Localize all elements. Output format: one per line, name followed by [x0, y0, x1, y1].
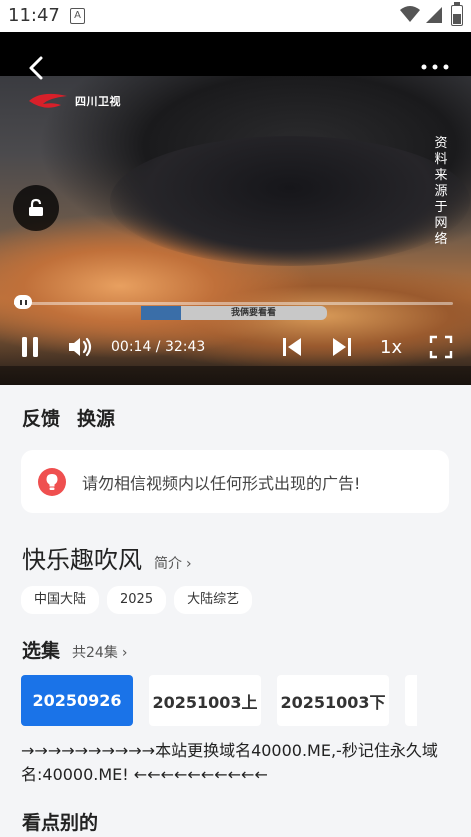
episode-button-partial[interactable] — [405, 675, 417, 726]
fullscreen-icon[interactable] — [429, 335, 453, 359]
chevron-right-icon: › — [121, 645, 128, 661]
tag-genre[interactable]: 大陆综艺 — [174, 586, 253, 614]
tag-year[interactable]: 2025 — [107, 586, 167, 614]
source-notice-vertical: 资料来源于网络 — [434, 136, 448, 247]
time-readout: 00:14 / 32:43 — [111, 339, 206, 355]
playback-speed-button[interactable]: 1x — [380, 337, 402, 358]
episode-button[interactable]: 20251003上 — [149, 675, 261, 726]
switch-source-button[interactable]: 换源 — [77, 404, 115, 431]
episode-list: 20250926 20251003上 20251003下 — [21, 675, 417, 726]
next-icon[interactable] — [331, 335, 353, 359]
feedback-button[interactable]: 反馈 — [22, 404, 60, 431]
progress-bar[interactable] — [14, 295, 453, 309]
wifi-icon — [400, 6, 420, 22]
unlock-icon — [29, 198, 43, 216]
progress-thumb[interactable] — [14, 295, 33, 309]
current-time: 00:14 — [111, 339, 152, 355]
status-time: 11:47 — [8, 5, 60, 26]
lock-button[interactable] — [13, 185, 59, 231]
notification-a-icon: A — [70, 8, 85, 24]
action-row: 反馈 换源 — [22, 404, 115, 431]
status-bar: 11:47 A — [0, 0, 471, 32]
episode-button[interactable]: 20251003下 — [277, 675, 389, 726]
show-title-row: 快乐趣吹风 简介 › — [22, 540, 192, 575]
episodes-title: 选集 — [22, 640, 61, 662]
ad-warning-notice: 请勿相信视频内以任何形式出现的广告! — [21, 450, 449, 513]
lightbulb-icon — [38, 467, 66, 496]
channel-logo-text: 四川卫视 — [75, 95, 121, 108]
pause-icon[interactable] — [20, 335, 40, 359]
tag-region[interactable]: 中国大陆 — [21, 586, 100, 614]
channel-logo: 四川卫视 — [27, 92, 121, 110]
volume-icon[interactable] — [67, 335, 93, 359]
signal-icon — [426, 7, 442, 23]
episode-button[interactable]: 20250926 — [21, 675, 133, 726]
player-controls: 00:14 / 32:43 1x — [0, 332, 471, 364]
recommend-section-title: 看点别的 — [22, 812, 99, 834]
back-icon[interactable] — [24, 54, 48, 82]
video-caption: 我俩要看看 — [141, 306, 327, 320]
channel-logo-icon — [29, 93, 67, 108]
video-player[interactable]: 四川卫视 资料来源于网络 我俩要看看 00:14 / 32:43 1x — [0, 32, 471, 385]
episodes-header: 选集 共24集 › — [22, 636, 127, 663]
more-icon[interactable] — [420, 62, 450, 72]
tag-list: 中国大陆 2025 大陆综艺 — [21, 586, 253, 614]
notice-text: 请勿相信视频内以任何形式出现的广告! — [82, 473, 361, 493]
duration: 32:43 — [164, 339, 206, 355]
chevron-right-icon: › — [186, 556, 192, 572]
previous-icon[interactable] — [281, 335, 303, 359]
episodes-count-link[interactable]: 共24集 › — [72, 642, 127, 662]
intro-link[interactable]: 简介 › — [154, 553, 192, 573]
battery-icon — [451, 2, 463, 26]
show-title: 快乐趣吹风 — [22, 546, 142, 574]
domain-change-marquee: →→→→→→→→→→本站更换域名40000.ME,-秒记住永久域名:40000.… — [21, 741, 438, 784]
